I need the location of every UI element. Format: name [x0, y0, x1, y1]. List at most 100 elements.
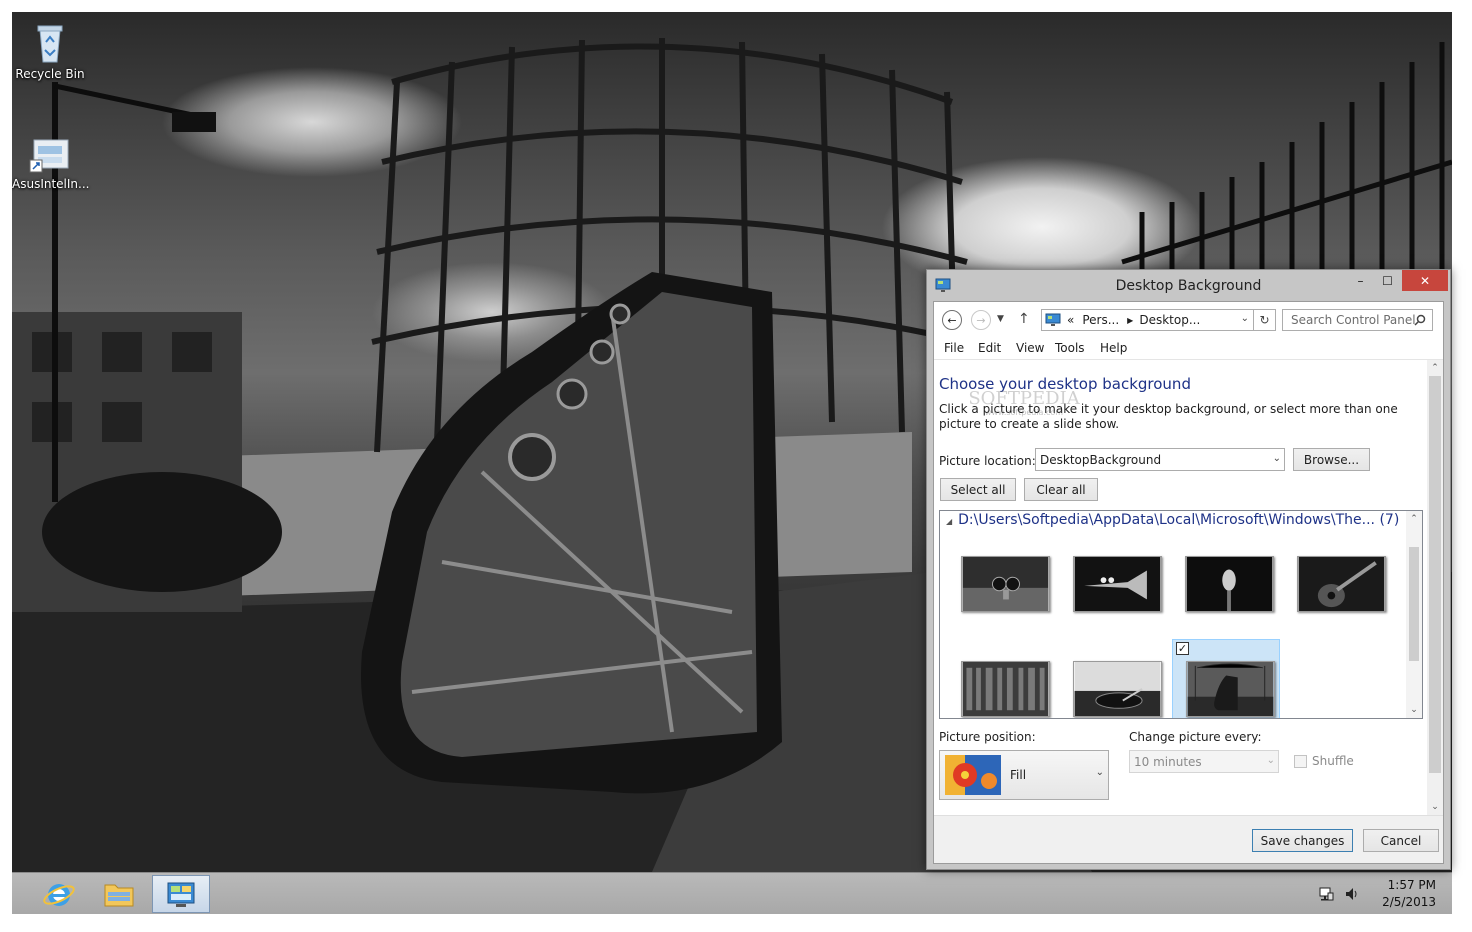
taskbar-internet-explorer-button[interactable]: [30, 875, 88, 913]
refresh-icon: ↻: [1259, 313, 1270, 327]
browse-button[interactable]: Browse...: [1293, 448, 1370, 471]
internet-explorer-icon: [43, 884, 75, 906]
change-picture-select[interactable]: 10 minutes ⌄: [1129, 750, 1279, 773]
wallpaper-thumbnail: [961, 556, 1050, 612]
group-header[interactable]: ◢ D:\Users\Softpedia\AppData\Local\Micros…: [946, 512, 1399, 528]
window-client: ← → ▼ ↑ « Pers... ▶ Desktop... ⌄ ↻ Searc…: [933, 301, 1444, 864]
maximize-button[interactable]: ☐: [1374, 270, 1401, 291]
arrow-left-icon: ←: [947, 313, 957, 327]
arrow-right-icon: →: [976, 313, 986, 327]
control-panel-icon: [1045, 313, 1061, 326]
picture-location-select[interactable]: DesktopBackground ⌄: [1035, 448, 1285, 471]
menu-edit[interactable]: Edit: [978, 341, 1001, 355]
picture-location-value: DesktopBackground: [1040, 452, 1162, 467]
picture-thumb-trumpet[interactable]: [1060, 540, 1168, 620]
breadcrumb-desktop-background[interactable]: Desktop...: [1139, 313, 1200, 327]
picture-list-scrollbar[interactable]: ⌃ ⌄: [1406, 511, 1422, 718]
shortcut-icon: [28, 130, 72, 174]
chevron-down-icon: ⌄: [1272, 453, 1281, 464]
checkmark-icon: ✓: [1177, 642, 1188, 655]
desktop-icon-shortcut[interactable]: AsusIntelIn...: [12, 130, 90, 191]
select-all-button[interactable]: Select all: [940, 478, 1016, 501]
save-changes-button[interactable]: Save changes: [1252, 829, 1353, 852]
scroll-up-icon[interactable]: ⌃: [1406, 511, 1422, 527]
scrollbar-thumb[interactable]: [1429, 376, 1441, 773]
change-picture-label: Change picture every:: [1129, 730, 1262, 744]
taskbar-file-explorer-button[interactable]: [90, 875, 148, 913]
recent-locations-button[interactable]: ▼: [997, 314, 1004, 324]
navigation-bar: ← → ▼ ↑ « Pers... ▶ Desktop... ⌄ ↻ Searc…: [934, 302, 1443, 338]
desktop-icon-recycle-bin[interactable]: Recycle Bin: [12, 20, 88, 81]
scroll-up-icon[interactable]: ⌃: [1427, 360, 1443, 376]
picture-thumb-microphone[interactable]: [1172, 540, 1280, 620]
group-header-path: D:\Users\Softpedia\AppData\Local\Microso…: [958, 512, 1400, 528]
content-scrollbar[interactable]: ⌃ ⌄: [1427, 360, 1443, 815]
picture-thumb-guitar[interactable]: [1284, 540, 1392, 620]
tray-network[interactable]: [1314, 873, 1338, 915]
taskbar-clock[interactable]: 1:57 PM 2/5/2013: [1382, 877, 1436, 911]
close-button[interactable]: ✕: [1402, 270, 1448, 291]
picture-location-label: Picture location:: [939, 454, 1036, 468]
tray-volume[interactable]: [1340, 873, 1364, 915]
wallpaper-thumbnail: [1073, 661, 1162, 717]
arrow-up-icon: ↑: [1018, 311, 1030, 327]
cancel-button[interactable]: Cancel: [1363, 829, 1439, 852]
refresh-button[interactable]: ↻: [1254, 309, 1276, 331]
address-overflow[interactable]: «: [1067, 313, 1074, 327]
forward-button[interactable]: →: [971, 310, 991, 330]
minimize-icon: –: [1357, 273, 1364, 288]
menu-bar: File Edit View Tools Help: [934, 338, 1443, 360]
breadcrumb-personalization[interactable]: Pers...: [1082, 313, 1119, 327]
chevron-down-icon: ⌄: [1095, 767, 1104, 778]
picture-thumb-turntable[interactable]: [1060, 645, 1168, 718]
maximize-icon: ☐: [1382, 273, 1393, 288]
picture-thumb-vinyl-records[interactable]: [948, 645, 1056, 718]
clock-date: 2/5/2013: [1382, 895, 1436, 909]
menu-tools[interactable]: Tools: [1055, 341, 1085, 355]
picture-position-select[interactable]: Fill ⌄: [939, 750, 1109, 800]
clear-all-button[interactable]: Clear all: [1024, 478, 1098, 501]
menu-help[interactable]: Help: [1100, 341, 1127, 355]
network-icon: [1319, 887, 1334, 901]
flower-preview-icon: [945, 755, 1001, 795]
picture-thumb-binoculars[interactable]: [948, 540, 1056, 620]
search-placeholder: Search Control Panel: [1291, 313, 1416, 327]
content-area: Choose your desktop background Click a p…: [934, 360, 1443, 815]
desktop-icon-label: Recycle Bin: [15, 67, 85, 81]
minimize-button[interactable]: –: [1347, 270, 1374, 291]
window-titlebar[interactable]: Desktop Background – ☐ ✕: [927, 270, 1450, 301]
shuffle-checkbox[interactable]: [1294, 755, 1307, 768]
picture-thumb-piano[interactable]: ✓: [1172, 639, 1280, 718]
back-button[interactable]: ←: [942, 310, 962, 330]
breadcrumb-separator-icon: ▶: [1127, 315, 1134, 325]
clock-time: 1:57 PM: [1387, 878, 1436, 892]
menu-view[interactable]: View: [1016, 341, 1044, 355]
dialog-footer: Save changes Cancel: [934, 815, 1443, 863]
scrollbar-thumb[interactable]: [1409, 547, 1419, 661]
menu-file[interactable]: File: [944, 341, 964, 355]
picture-position-value: Fill: [1010, 768, 1027, 782]
search-input[interactable]: Search Control Panel: [1282, 309, 1433, 331]
chevron-down-icon: ▼: [997, 314, 1004, 324]
desktop-icon-label: AsusIntelIn...: [12, 177, 90, 191]
up-button[interactable]: ↑: [1018, 311, 1030, 327]
wallpaper-thumbnail: [1186, 661, 1275, 717]
watermark-url: www.softpedia.com: [984, 408, 1064, 417]
chevron-down-icon: ⌄: [1266, 755, 1275, 766]
folder-icon: [104, 884, 134, 907]
wallpaper-thumbnail: [1073, 556, 1162, 612]
scroll-down-icon[interactable]: ⌄: [1406, 702, 1422, 718]
desktop-background-window: Desktop Background – ☐ ✕ ← → ▼ ↑ « Pers.…: [926, 269, 1451, 870]
control-panel-icon: [167, 882, 195, 907]
recycle-bin-icon: [28, 20, 72, 64]
wallpaper-thumbnail: [961, 661, 1050, 717]
scroll-down-icon[interactable]: ⌄: [1427, 799, 1443, 815]
picture-list[interactable]: ◢ D:\Users\Softpedia\AppData\Local\Micros…: [939, 510, 1423, 719]
picture-checkbox[interactable]: ✓: [1176, 642, 1189, 655]
close-icon: ✕: [1419, 273, 1431, 288]
picture-position-label: Picture position:: [939, 730, 1036, 744]
chevron-down-icon[interactable]: ⌄: [1241, 313, 1249, 324]
shuffle-label: Shuffle: [1312, 754, 1354, 768]
address-bar[interactable]: « Pers... ▶ Desktop... ⌄: [1041, 309, 1254, 331]
taskbar-control-panel-button[interactable]: [152, 875, 210, 913]
